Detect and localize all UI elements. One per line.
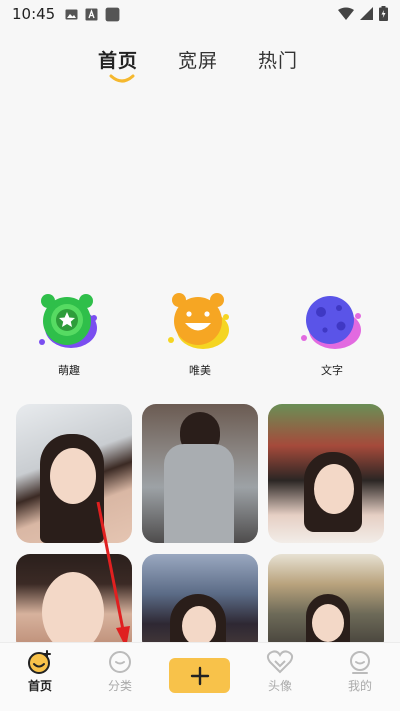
nav-label: 首页 (27, 679, 52, 693)
signal-icon (360, 6, 373, 20)
category-label: 唯美 (189, 364, 211, 377)
nav-label: 头像 (267, 679, 292, 693)
category-wenzi[interactable]: 文字 (290, 290, 374, 378)
battery-icon (379, 6, 388, 21)
text-a-icon (85, 8, 98, 20)
category-label: 文字 (321, 364, 343, 377)
tab-popular[interactable]: 热门 (258, 46, 298, 73)
bottom-nav-bar: 首页 分类 头像 我的 (0, 642, 400, 711)
smile-face-icon (28, 650, 51, 674)
nav-label: 我的 (347, 679, 372, 693)
category-weimei[interactable]: 唯美 (158, 290, 242, 378)
category-mengqu[interactable]: 萌趣 (27, 290, 111, 378)
yellow-bear-face-icon (168, 293, 229, 349)
wallpaper-thumbnail[interactable] (142, 554, 258, 654)
tab-selected-indicator (109, 74, 135, 83)
nav-category[interactable]: 分类 (90, 649, 150, 694)
nav-avatar[interactable]: 头像 (250, 649, 310, 694)
category-row: 萌趣 唯美 文字 (0, 290, 400, 380)
square-icon (105, 7, 120, 21)
tab-widescreen[interactable]: 宽屏 (178, 46, 218, 73)
profile-face-icon (350, 651, 370, 674)
nav-mine[interactable]: 我的 (330, 649, 390, 694)
wallpaper-thumbnail[interactable] (268, 554, 384, 654)
wifi-icon (338, 7, 354, 20)
heart-icon (266, 650, 294, 674)
green-cat-face-icon (39, 294, 97, 348)
wallpaper-thumbnail[interactable] (142, 404, 258, 543)
purple-moon-icon (301, 296, 361, 349)
wallpaper-thumbnail[interactable] (268, 404, 384, 543)
nav-home[interactable]: 首页 (10, 649, 70, 694)
category-face-icon (109, 651, 131, 673)
status-bar: 10:45 (0, 0, 400, 28)
tab-home[interactable]: 首页 (98, 46, 138, 73)
image-icon (65, 9, 78, 19)
category-label: 萌趣 (58, 364, 80, 377)
annotation-arrow (96, 501, 130, 648)
add-button[interactable] (169, 658, 230, 693)
status-time: 10:45 (12, 5, 56, 23)
top-tab-bar: 首页 宽屏 热门 (0, 46, 400, 90)
nav-label: 分类 (107, 679, 132, 693)
plus-icon (190, 666, 209, 685)
